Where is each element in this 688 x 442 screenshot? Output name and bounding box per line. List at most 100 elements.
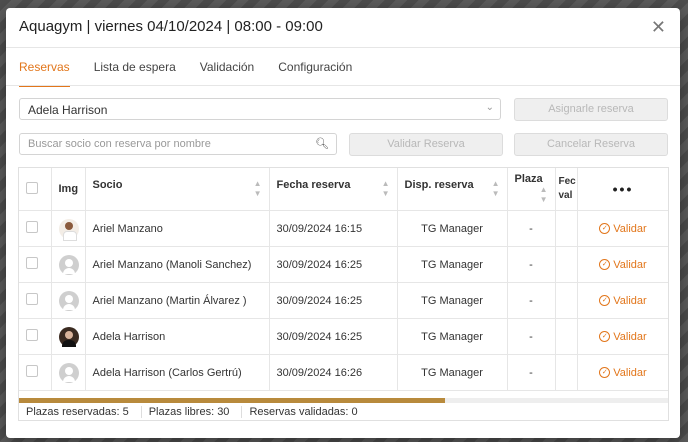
table-row[interactable]: Ariel Manzano (Manoli Sanchez) 30/09/202… [19, 246, 668, 283]
disp-cell: TG Manager [397, 246, 508, 283]
row-select-cell[interactable] [19, 246, 52, 283]
socio-cell: Ariel Manzano (Martin Álvarez ) [85, 282, 270, 319]
more-options-icon[interactable]: ••• [577, 168, 668, 211]
check-circle-icon: ✓ [599, 223, 611, 235]
plaza-cell: - [507, 210, 556, 247]
tab-validacion[interactable]: Validación [200, 60, 254, 87]
disp-cell: TG Manager [397, 318, 508, 355]
sort-icon[interactable]: ▲ ▼ [540, 185, 548, 205]
validate-action-label: Validar [613, 258, 647, 271]
row-select-cell[interactable] [19, 282, 52, 319]
header-img: Img [51, 168, 86, 211]
fecha-val-cell [555, 318, 578, 355]
socio-cell: Ariel Manzano (Manoli Sanchez) [85, 246, 270, 283]
reserved-count: Plazas reservadas: 5 [19, 406, 142, 418]
fecha-val-cell [555, 210, 578, 247]
member-select[interactable]: Adela Harrison ⌄ [19, 98, 501, 120]
header-fecha-val: Fec val [555, 168, 578, 211]
avatar [58, 326, 79, 347]
select-all-checkbox[interactable] [26, 181, 38, 194]
validate-action-label: Validar [613, 222, 647, 235]
check-circle-icon: ✓ [599, 259, 611, 271]
disp-cell: TG Manager [397, 282, 508, 319]
header-disp-label: Disp. reserva [404, 179, 474, 191]
close-icon[interactable]: ✕ [651, 17, 666, 37]
reservations-modal: Aquagym | viernes 04/10/2024 | 08:00 - 0… [6, 8, 680, 438]
disp-cell: TG Manager [397, 354, 508, 391]
fecha-cell: 30/09/2024 16:26 [269, 354, 398, 391]
tabs-divider [6, 85, 680, 86]
row-checkbox[interactable] [26, 221, 38, 233]
validate-action-label: Validar [613, 366, 647, 379]
fecha-cell: 30/09/2024 16:25 [269, 246, 398, 283]
fecha-cell: 30/09/2024 16:25 [269, 282, 398, 319]
fecha-val-cell [555, 246, 578, 283]
fecha-val-cell [555, 282, 578, 319]
tab-configuracion[interactable]: Configuración [278, 60, 352, 87]
row-checkbox[interactable] [26, 329, 38, 341]
table-header-row: Img Socio ▲ ▼ Fecha reserva ▲ ▼ Disp. reserv… [19, 168, 668, 211]
disp-cell: TG Manager [397, 210, 508, 247]
avatar [58, 290, 79, 311]
table-row[interactable]: Adela Harrison 30/09/2024 16:25 TG Manag… [19, 318, 668, 355]
header-fecha[interactable]: Fecha reserva ▲ ▼ [269, 168, 398, 211]
row-select-cell[interactable] [19, 210, 52, 247]
validated-count: Reservas validadas: 0 [249, 406, 358, 418]
header-socio[interactable]: Socio ▲ ▼ [85, 168, 270, 211]
table-row[interactable]: Adela Harrison (Carlos Gertrú) 30/09/202… [19, 354, 668, 391]
validate-action-label: Validar [613, 330, 647, 343]
modal-title: Aquagym | viernes 04/10/2024 | 08:00 - 0… [19, 18, 323, 35]
avatar-cell [51, 354, 86, 391]
avatar-cell [51, 318, 86, 355]
header-plaza[interactable]: Plaza ▲ ▼ [507, 168, 556, 211]
table-row[interactable]: Ariel Manzano 30/09/2024 16:15 TG Manage… [19, 210, 668, 247]
validate-action[interactable]: ✓ Validar [577, 318, 668, 355]
avatar [58, 362, 79, 383]
tab-bar: Reservas Lista de espera Validación Conf… [19, 60, 376, 87]
assign-reservation-button[interactable]: Asignarle reserva [514, 98, 668, 121]
header-fecha-label: Fecha reserva [276, 179, 351, 191]
check-circle-icon: ✓ [599, 367, 611, 379]
row-checkbox[interactable] [26, 257, 38, 269]
plaza-cell: - [507, 282, 556, 319]
validate-action-label: Validar [613, 294, 647, 307]
avatar-cell [51, 246, 86, 283]
validate-reservation-button[interactable]: Validar Reserva [349, 133, 503, 156]
check-circle-icon: ✓ [599, 295, 611, 307]
header-divider [6, 47, 680, 48]
search-icon[interactable]: 🔍︎ [315, 137, 329, 150]
validate-action[interactable]: ✓ Validar [577, 210, 668, 247]
sort-icon[interactable]: ▲ ▼ [382, 179, 390, 199]
row-select-cell[interactable] [19, 318, 52, 355]
search-input[interactable]: Buscar socio con reserva por nombre 🔍︎ [19, 133, 337, 155]
socio-cell: Ariel Manzano [85, 210, 270, 247]
validate-action[interactable]: ✓ Validar [577, 282, 668, 319]
sort-icon[interactable]: ▲ ▼ [254, 179, 262, 199]
avatar-cell [51, 282, 86, 319]
tab-reservas[interactable]: Reservas [19, 60, 70, 87]
table-footer: Plazas reservadas: 5 Plazas libres: 30 R… [19, 403, 668, 420]
sort-icon[interactable]: ▲ ▼ [492, 179, 500, 199]
table-row[interactable]: Ariel Manzano (Martin Álvarez ) 30/09/20… [19, 282, 668, 319]
plaza-cell: - [507, 318, 556, 355]
select-all-cell[interactable] [19, 168, 52, 211]
member-select-value: Adela Harrison [28, 103, 108, 117]
socio-cell: Adela Harrison [85, 318, 270, 355]
row-checkbox[interactable] [26, 365, 38, 377]
header-disp[interactable]: Disp. reserva ▲ ▼ [397, 168, 508, 211]
plaza-cell: - [507, 354, 556, 391]
row-checkbox[interactable] [26, 293, 38, 305]
avatar-cell [51, 210, 86, 247]
avatar [58, 218, 79, 241]
cancel-reservation-button[interactable]: Cancelar Reserva [514, 133, 668, 156]
validate-action[interactable]: ✓ Validar [577, 354, 668, 391]
validate-action[interactable]: ✓ Validar [577, 246, 668, 283]
row-select-cell[interactable] [19, 354, 52, 391]
check-circle-icon: ✓ [599, 331, 611, 343]
tab-lista-de-espera[interactable]: Lista de espera [94, 60, 176, 87]
reservations-table: Img Socio ▲ ▼ Fecha reserva ▲ ▼ Disp. reserv… [18, 167, 669, 421]
free-count: Plazas libres: 30 [142, 406, 243, 418]
chevron-down-icon: ⌄ [485, 102, 494, 113]
fecha-val-cell [555, 354, 578, 391]
avatar [58, 254, 79, 275]
